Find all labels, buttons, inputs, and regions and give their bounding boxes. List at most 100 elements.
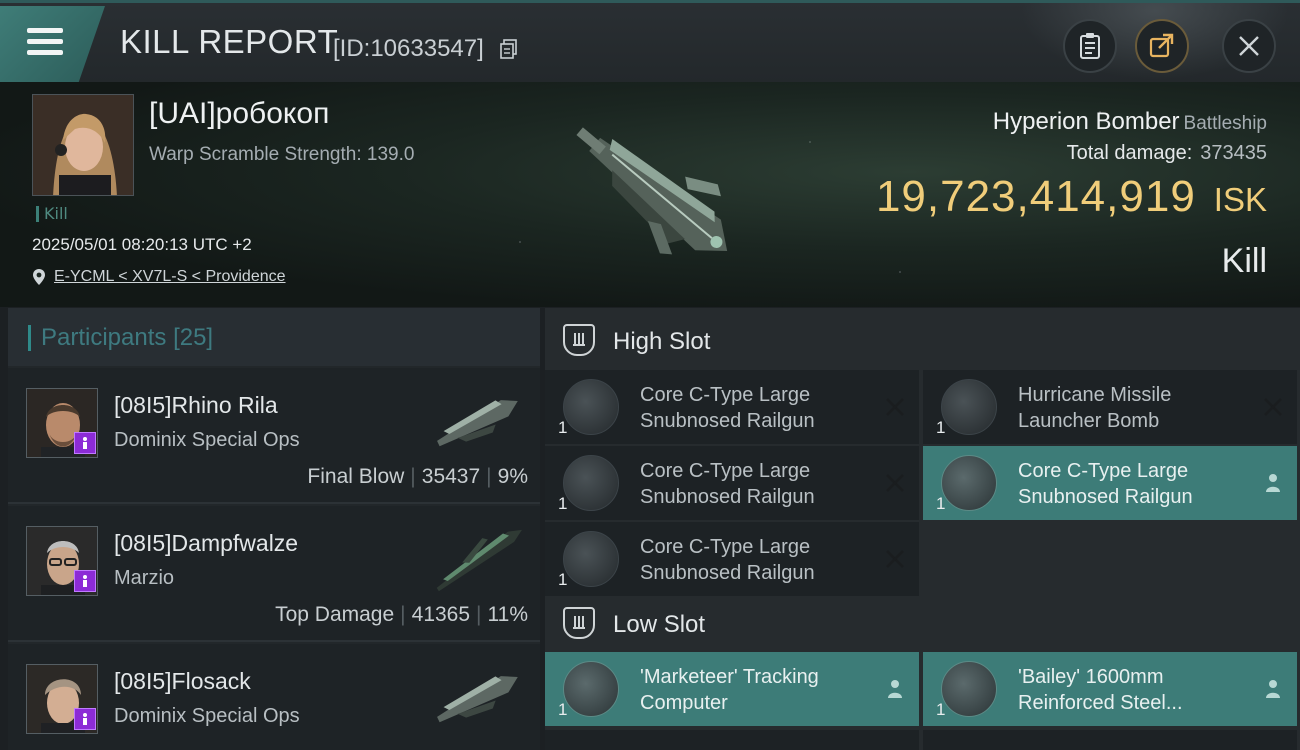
railgun-icon: [941, 455, 997, 511]
module-item[interactable]: [923, 730, 1297, 750]
victim-portrait[interactable]: [32, 94, 134, 196]
railgun-icon: [563, 379, 619, 435]
report-id: [ID:10633547]: [333, 35, 484, 62]
participant-name[interactable]: [08I5]Dampfwalze: [114, 530, 298, 557]
share-icon: [1149, 33, 1174, 58]
module-name: 'Marketeer' Tracking Computer: [640, 666, 819, 714]
participant-name[interactable]: [08I5]Flosack: [114, 668, 251, 695]
total-damage: Total damage: 373435: [1067, 142, 1267, 165]
participants-count: [25]: [173, 324, 214, 351]
victim-ship-image[interactable]: [545, 92, 765, 302]
module-quantity: 1: [558, 700, 568, 719]
ship-type: Hyperion Bomber: [992, 108, 1180, 135]
participant-badge-icon: [74, 708, 96, 730]
participant-row[interactable]: [08I5]Rhino Rila Dominix Special Ops Fin…: [8, 368, 540, 504]
page-title: KILL REPORT: [120, 23, 339, 60]
low-slot-icon: [563, 607, 595, 639]
kill-report-header: KILL REPORT [ID:10633547]: [0, 0, 1300, 85]
module-name: Core C-Type Large Snubnosed Railgun: [640, 536, 815, 584]
participant-role: Final Blow: [307, 465, 405, 488]
participant-ship-image: [437, 400, 518, 447]
menu-icon: [27, 28, 63, 56]
victim-ship-name[interactable]: Hyperion Bomber Battleship: [993, 108, 1267, 136]
participant-percent: 9%: [497, 465, 528, 488]
destroyed-icon: [886, 550, 904, 568]
dropped-person-icon: [888, 680, 902, 698]
low-slot-header: Low Slot: [545, 594, 1300, 652]
location-link[interactable]: E-YCML < XV7L-S < Providence: [54, 268, 286, 286]
module-item[interactable]: 1 Hurricane Missile Launcher Bomb: [923, 370, 1297, 444]
close-icon: [1239, 36, 1259, 56]
location-pin-icon: [33, 269, 45, 285]
participant-row[interactable]: [08I5]Dampfwalze Marzio Top Damage | 41365…: [8, 506, 540, 642]
participant-name[interactable]: [08I5]Rhino Rila: [114, 392, 278, 419]
high-slot-icon: [563, 324, 595, 356]
module-name: Core C-Type Large Snubnosed Railgun: [640, 384, 815, 432]
participant-damage: 41365: [411, 603, 471, 626]
participants-panel: Participants [25] [08I5]Rhino Rila Domin…: [8, 308, 540, 750]
module-quantity: 1: [936, 418, 946, 437]
low-slot-title: Low Slot: [613, 611, 706, 638]
module-item[interactable]: 1 Core C-Type Large Snubnosed Railgun: [545, 370, 919, 444]
destroyed-icon: [886, 398, 904, 416]
module-quantity: 1: [936, 700, 946, 719]
participants-label: Participants: [41, 324, 167, 351]
participant-ship-image: [436, 529, 522, 592]
module-item[interactable]: 1 'Bailey' 1600mm Reinforced Steel...: [923, 652, 1297, 726]
module-name: 'Bailey' 1600mm Reinforced Steel...: [1018, 666, 1183, 714]
total-damage-label: Total damage:: [1066, 142, 1193, 164]
railgun-icon: [563, 455, 619, 511]
participant-role: Top Damage: [275, 603, 395, 626]
participant-ship-image: [437, 676, 518, 723]
module-item[interactable]: 1 'Marketeer' Tracking Computer: [545, 652, 919, 726]
participant-badge-icon: [74, 432, 96, 454]
participant-stats: Final Blow | 35437 | 9%: [307, 465, 528, 488]
kill-result: Kill: [1221, 242, 1267, 280]
tracking-computer-icon: [563, 661, 619, 717]
copy-icon[interactable]: [500, 39, 518, 59]
isk-amount: 19,723,414,919: [875, 172, 1196, 221]
participant-badge-icon: [74, 570, 96, 592]
share-button[interactable]: [1135, 19, 1189, 73]
victim-banner: [UAI]робокоп Warp Scramble Strength: 139…: [0, 82, 1300, 307]
module-item[interactable]: 1 Core C-Type Large Snubnosed Railgun: [923, 446, 1297, 520]
participant-ship: Dominix Special Ops: [114, 429, 300, 451]
close-button[interactable]: [1222, 19, 1276, 73]
module-item[interactable]: 1 Core C-Type Large Snubnosed Railgun: [545, 522, 919, 596]
clipboard-button[interactable]: [1063, 19, 1117, 73]
participant-ship: Dominix Special Ops: [114, 705, 300, 727]
module-quantity: 1: [936, 494, 946, 513]
warp-scramble-strength: Warp Scramble Strength: 139.0: [149, 144, 415, 165]
menu-button[interactable]: [0, 6, 105, 82]
missile-launcher-icon: [941, 379, 997, 435]
kill-tag: Kill: [36, 206, 68, 222]
module-quantity: 1: [558, 570, 568, 589]
participant-damage: 35437: [421, 465, 481, 488]
clipboard-icon: [1080, 33, 1100, 59]
armor-plate-icon: [941, 661, 997, 717]
module-quantity: 1: [558, 494, 568, 513]
railgun-icon: [563, 531, 619, 587]
module-name: Core C-Type Large Snubnosed Railgun: [1018, 460, 1193, 508]
module-item[interactable]: [545, 730, 919, 750]
destroyed-icon: [886, 474, 904, 492]
victim-name[interactable]: [UAI]робокоп: [149, 97, 329, 131]
participant-row[interactable]: [08I5]Flosack Dominix Special Ops: [8, 644, 540, 750]
fitting-panel: High Slot 1 Core C-Type Large Snubnosed …: [545, 308, 1300, 750]
destroyed-icon: [1264, 398, 1282, 416]
dropped-person-icon: [1266, 680, 1280, 698]
module-item[interactable]: 1 Core C-Type Large Snubnosed Railgun: [545, 446, 919, 520]
kill-location[interactable]: E-YCML < XV7L-S < Providence: [32, 268, 286, 286]
kill-timestamp: 2025/05/01 08:20:13 UTC +2: [32, 235, 252, 254]
module-name: Hurricane Missile Launcher Bomb: [1018, 384, 1172, 432]
dropped-person-icon: [1266, 474, 1280, 492]
isk-unit: ISK: [1213, 181, 1267, 218]
participants-title: Participants [25]: [28, 325, 213, 351]
module-quantity: 1: [558, 418, 568, 437]
ship-class: Battleship: [1183, 113, 1267, 134]
high-slot-title: High Slot: [613, 328, 711, 355]
participant-percent: 11%: [487, 603, 528, 626]
participants-header: Participants [25]: [8, 308, 540, 366]
isk-value: 19,723,414,919 ISK: [876, 172, 1267, 222]
participant-stats: Top Damage | 41365 | 11%: [275, 603, 528, 626]
